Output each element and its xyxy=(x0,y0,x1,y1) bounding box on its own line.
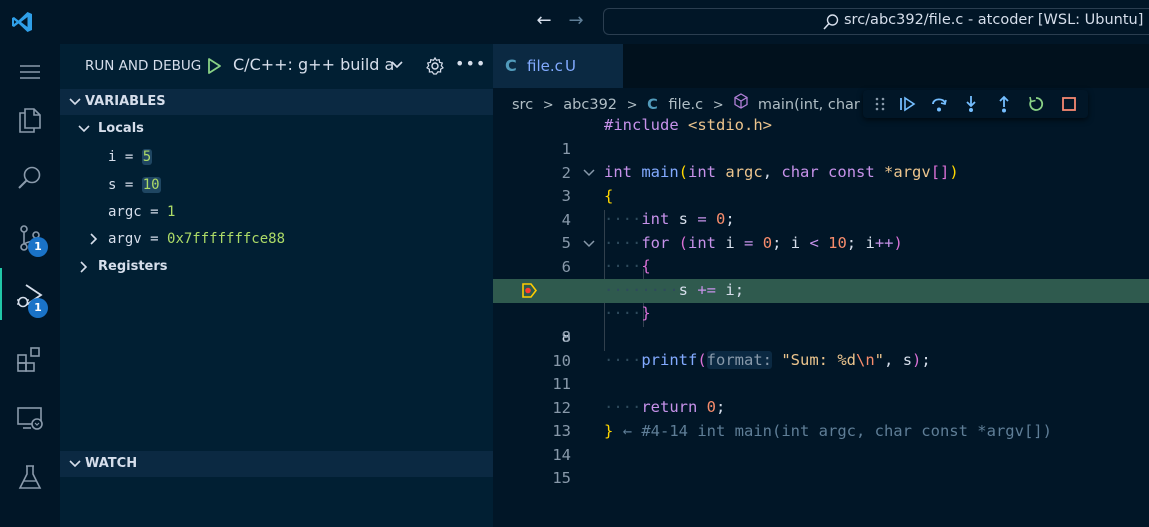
current-code-line[interactable]: 8 ········s += i; xyxy=(493,279,1149,346)
c-file-icon: C xyxy=(647,97,658,113)
remote-explorer-button[interactable] xyxy=(0,390,60,444)
vscode-logo-icon xyxy=(12,12,32,32)
variable-value: 0x7fffffffce88 xyxy=(167,231,286,247)
extensions-icon xyxy=(17,347,40,372)
tab-file-c[interactable]: C file.c U xyxy=(493,44,623,88)
chevron-down-icon xyxy=(78,125,90,133)
code-line[interactable]: 1 #include <stdio.h> xyxy=(493,114,1149,158)
more-actions-icon[interactable]: ••• xyxy=(455,54,485,73)
remote-explorer-icon xyxy=(17,407,43,430)
drag-handle-icon[interactable] xyxy=(871,95,889,113)
command-center[interactable]: src/abc392/file.c - atcoder [WSL: Ubuntu… xyxy=(603,8,1149,35)
chevron-down-icon xyxy=(69,98,81,106)
variable-value: 1 xyxy=(167,204,176,220)
breadcrumb: src > abc392 > C file.c > main(int, char… xyxy=(512,93,904,113)
code-line[interactable]: 3 int main(int argc, char const *argv[]) xyxy=(493,161,1149,205)
continue-icon[interactable] xyxy=(898,95,916,113)
menu-button[interactable] xyxy=(0,44,60,98)
chevron-right-icon xyxy=(80,261,88,273)
breadcrumb-folder[interactable]: abc392 xyxy=(563,97,617,113)
chevron-down-icon xyxy=(69,460,81,468)
registers-label: Registers xyxy=(98,259,168,274)
step-out-icon[interactable] xyxy=(995,95,1013,113)
forward-arrow-icon[interactable]: → xyxy=(566,11,586,31)
search-icon xyxy=(823,14,839,30)
restart-icon[interactable] xyxy=(1027,95,1045,113)
variable-name: argv xyxy=(108,231,142,247)
tab-untracked-badge: U xyxy=(565,57,576,75)
tab-name: file.c xyxy=(527,57,563,75)
registers-scope[interactable]: Registers xyxy=(60,254,493,280)
breadcrumb-file[interactable]: file.c xyxy=(668,97,703,113)
source-control-button[interactable]: 1 xyxy=(0,210,60,264)
code-line[interactable]: 2 xyxy=(493,138,1149,182)
watch-section-title: WATCH xyxy=(85,456,138,471)
variable-row[interactable]: argc = 1 xyxy=(60,199,493,225)
watch-section-header[interactable]: WATCH xyxy=(60,451,493,477)
locals-scope[interactable]: Locals xyxy=(60,116,493,142)
variables-section-title: VARIABLES xyxy=(85,94,166,109)
stop-icon[interactable] xyxy=(1060,95,1078,113)
code-line[interactable]: 12 xyxy=(493,373,1149,417)
variables-section-header[interactable]: VARIABLES xyxy=(60,89,493,115)
parameter-hint: format: xyxy=(706,351,772,369)
breadcrumb-src[interactable]: src xyxy=(512,97,533,113)
chevron-right-icon xyxy=(90,233,98,245)
code-line[interactable]: 9 ····} xyxy=(493,302,1149,346)
fold-end-hint: ← #4-14 int main(int argc, char const *a… xyxy=(622,422,1052,440)
run-debug-badge: 1 xyxy=(28,298,48,318)
extensions-button[interactable] xyxy=(0,332,60,386)
fold-chevron-icon[interactable] xyxy=(582,237,596,251)
sidebar-title: RUN AND DEBUG xyxy=(85,58,202,74)
testing-icon xyxy=(18,465,42,489)
debug-stack-frame-icon[interactable] xyxy=(521,283,537,298)
editor: C file.c U src > abc392 > C file.c > mai… xyxy=(493,44,1149,527)
step-over-icon[interactable] xyxy=(930,95,948,113)
activity-bar: 1 1 xyxy=(0,44,60,527)
code-line[interactable]: 5 ····int s = 0; xyxy=(493,208,1149,252)
fold-chevron-icon[interactable] xyxy=(582,166,596,180)
chevron-right-icon: > xyxy=(626,97,638,113)
sidebar: RUN AND DEBUG C/C++: g++ build acti ••• … xyxy=(60,44,493,527)
gear-icon[interactable] xyxy=(425,56,445,76)
explorer-button[interactable] xyxy=(0,92,60,146)
function-symbol-icon xyxy=(734,93,748,109)
variable-row[interactable]: i = 5 xyxy=(60,144,493,170)
variable-value: 10 xyxy=(141,177,161,193)
step-into-icon[interactable] xyxy=(962,95,980,113)
code-line[interactable]: 11 ····printf(format: "Sum: %d\n", s); xyxy=(493,349,1149,393)
variable-row[interactable]: argv = 0x7fffffffce88 xyxy=(60,226,493,252)
sidebar-header: RUN AND DEBUG C/C++: g++ build acti ••• xyxy=(60,44,493,88)
testing-button[interactable] xyxy=(0,450,60,504)
locals-label: Locals xyxy=(98,121,144,136)
line-number: 15 xyxy=(552,468,571,487)
code-line[interactable]: 6 ····for (int i = 0; i < 10; i++) xyxy=(493,232,1149,276)
chevron-down-icon[interactable] xyxy=(390,58,404,72)
code-line[interactable]: 7 ····{ xyxy=(493,255,1149,299)
search-button[interactable] xyxy=(0,150,60,204)
menu-icon xyxy=(20,65,40,79)
chevron-right-icon: > xyxy=(712,97,724,113)
code-line[interactable]: 14 } ← #4-14 int main(int argc, char con… xyxy=(493,420,1149,464)
code-line[interactable]: 4 { xyxy=(493,185,1149,229)
debug-config-select[interactable]: C/C++: g++ build acti xyxy=(233,55,393,74)
title-bar: ← → src/abc392/file.c - atcoder [WSL: Ub… xyxy=(0,0,1149,44)
c-file-icon: C xyxy=(505,56,517,75)
tab-bar: C file.c U xyxy=(493,44,1149,88)
code-line[interactable]: 15 xyxy=(493,443,1149,487)
back-arrow-icon[interactable]: ← xyxy=(534,11,554,31)
chevron-right-icon: > xyxy=(542,97,554,113)
search-icon xyxy=(18,166,41,189)
variable-name: argc xyxy=(108,204,142,220)
source-control-badge: 1 xyxy=(28,237,48,257)
start-debugging-icon[interactable] xyxy=(204,56,224,76)
variable-row[interactable]: s = 10 xyxy=(60,172,493,198)
run-debug-button[interactable]: 1 xyxy=(0,268,60,322)
code-line[interactable]: 13 ····return 0; xyxy=(493,396,1149,440)
command-center-text: src/abc392/file.c - atcoder [WSL: Ubuntu… xyxy=(844,12,1144,28)
code-line[interactable]: 10 xyxy=(493,326,1149,370)
explorer-icon xyxy=(19,108,41,133)
variable-value: 5 xyxy=(141,149,153,165)
